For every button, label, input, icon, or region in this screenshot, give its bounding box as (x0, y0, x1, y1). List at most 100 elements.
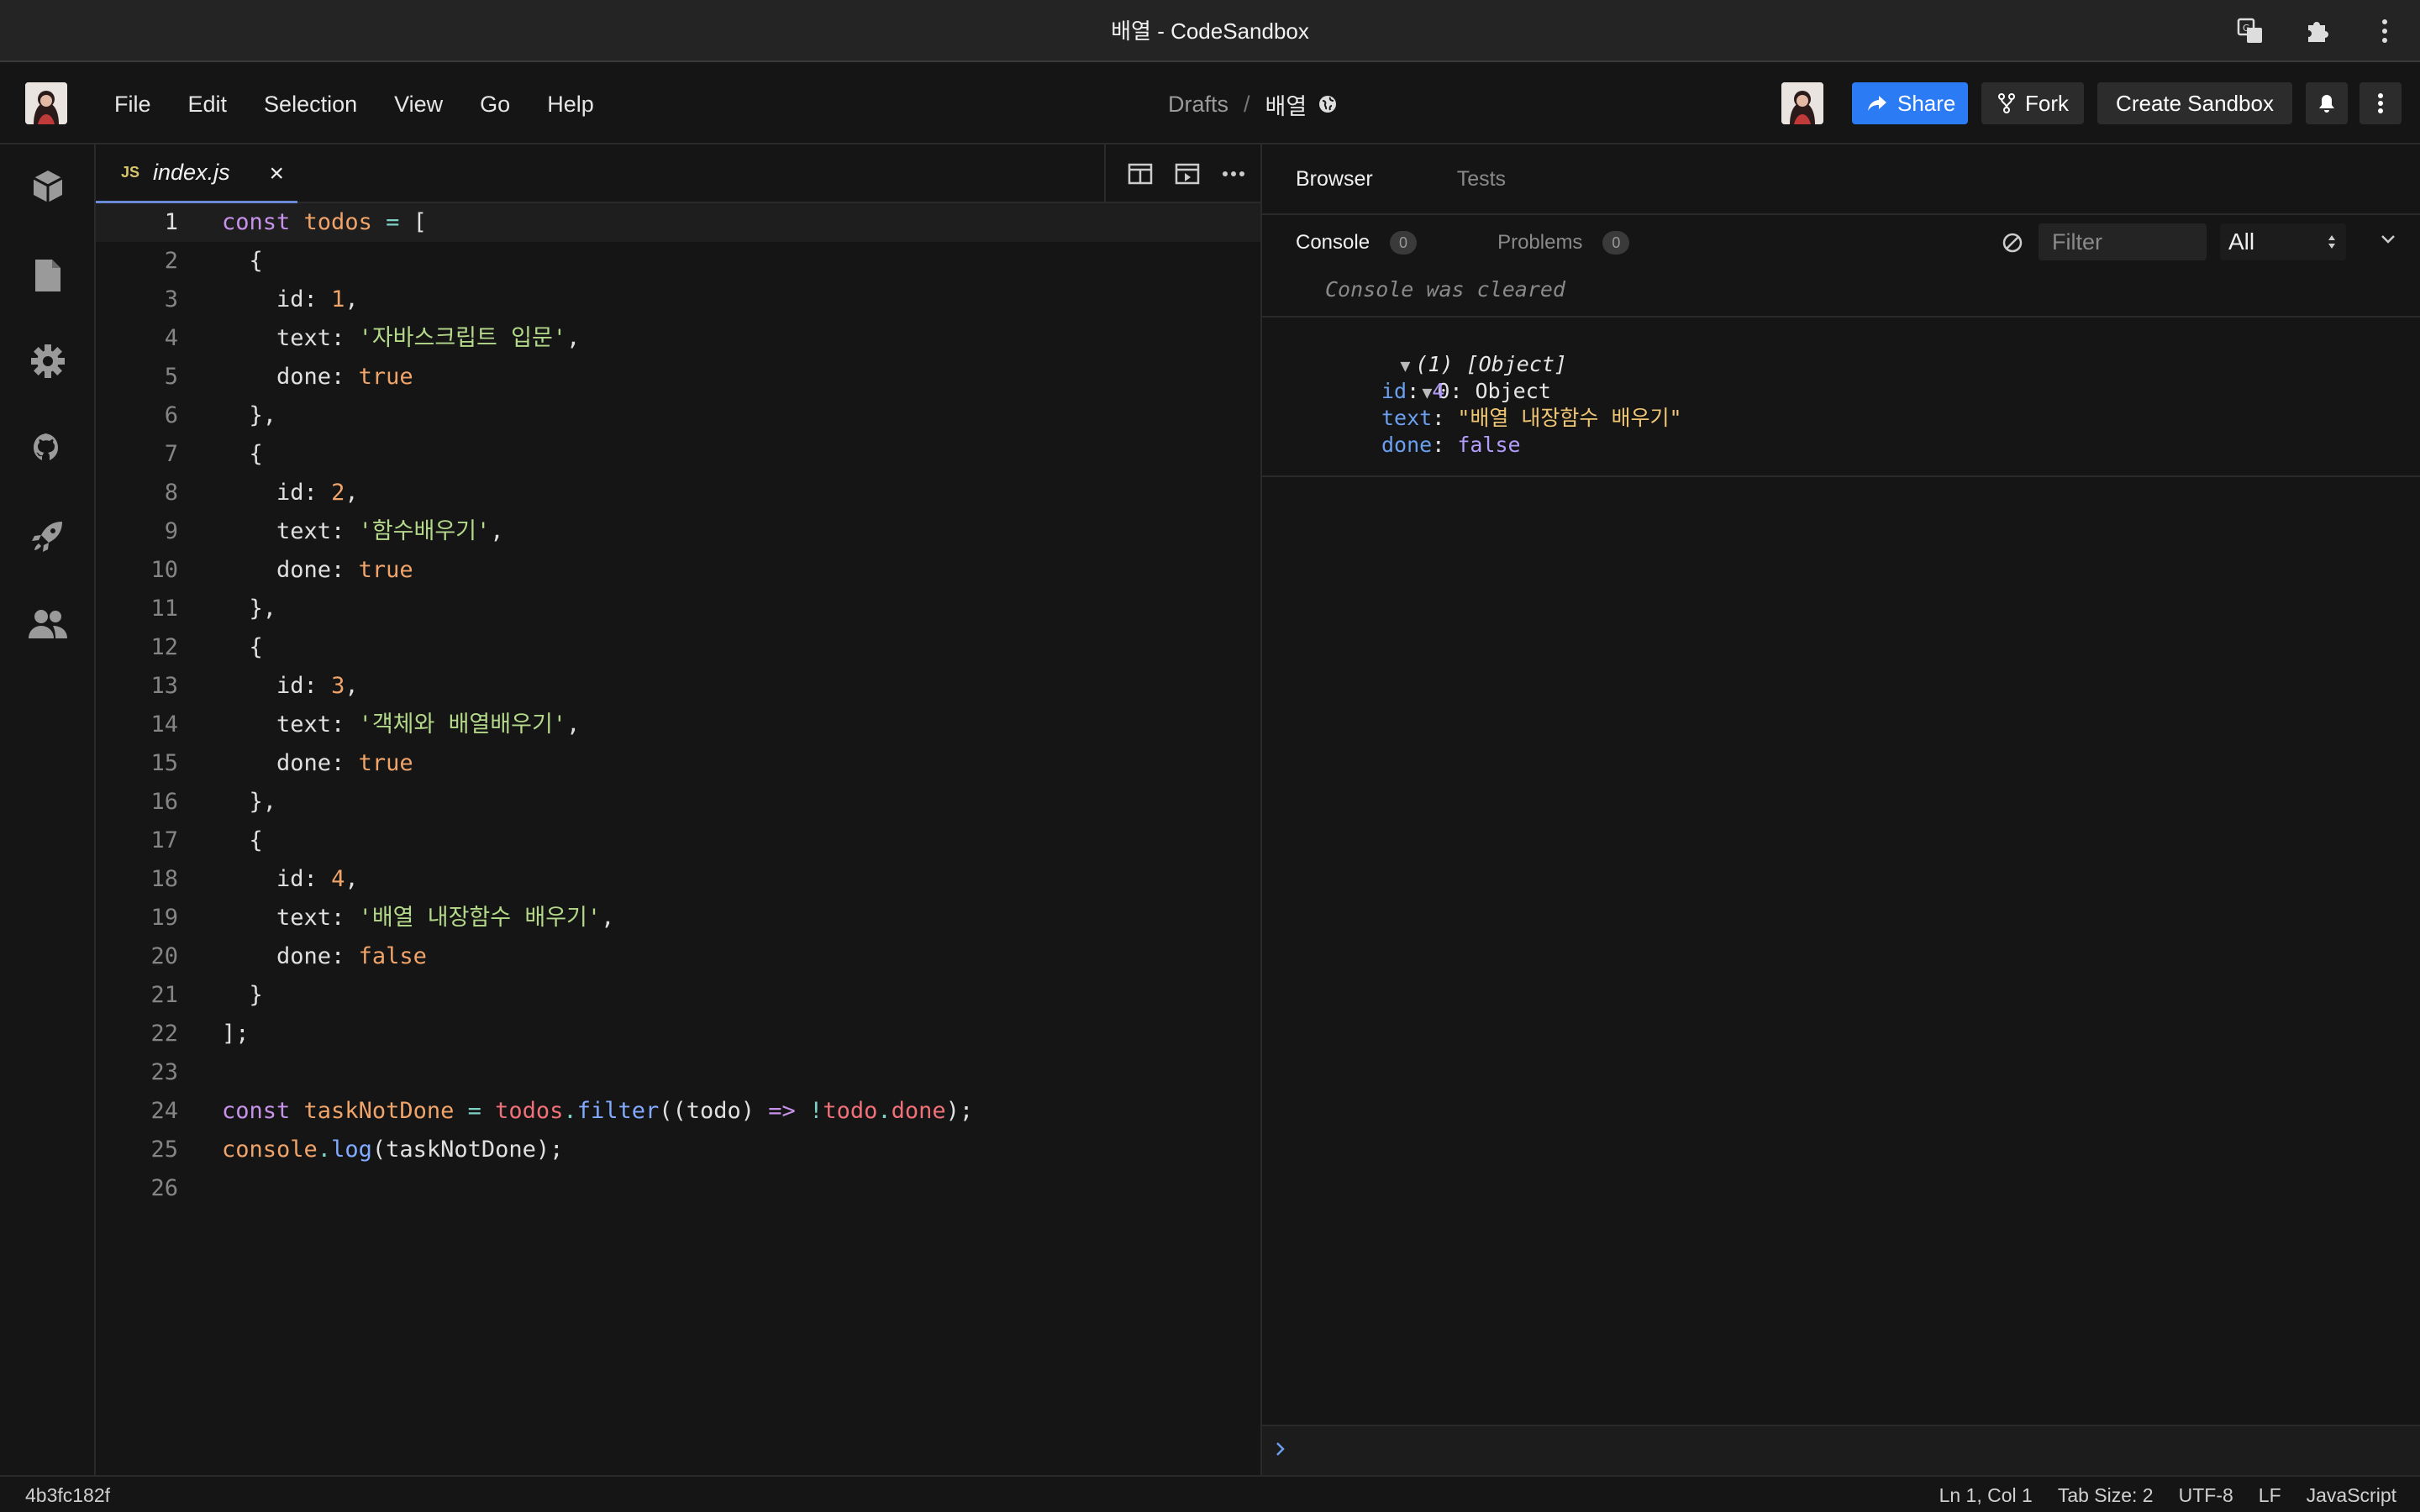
code-line[interactable]: 11 }, (96, 590, 1260, 628)
tab-tests[interactable]: Tests (1457, 167, 1506, 192)
code-token: : (331, 905, 359, 931)
menu-help[interactable]: Help (529, 92, 613, 118)
log-level-select[interactable]: All (2220, 223, 2346, 260)
puzzle-icon[interactable] (2299, 13, 2336, 50)
code-token: } (222, 982, 263, 1008)
code-line[interactable]: 12 { (96, 628, 1260, 667)
code-token: id (222, 480, 304, 506)
code-token: console (222, 1137, 318, 1163)
console-input[interactable] (1262, 1425, 2420, 1475)
user-avatar[interactable] (25, 82, 67, 124)
fork-button[interactable]: Fork (1981, 82, 2084, 124)
code-line[interactable]: 21 } (96, 976, 1260, 1015)
code-token: = (454, 1098, 496, 1124)
code-line[interactable]: 5 done: true (96, 358, 1260, 396)
code-line[interactable]: 26 (96, 1169, 1260, 1208)
log-object-row[interactable]: ▼ 0: Object (1346, 351, 1551, 403)
code-token: text (222, 518, 332, 544)
more-options-button[interactable] (2360, 82, 2402, 124)
gear-icon[interactable] (26, 339, 70, 383)
sandbox-name[interactable]: 배열 (1265, 88, 1307, 121)
code-token: ]; (222, 1021, 250, 1047)
chevron-down-icon[interactable] (2380, 234, 2396, 245)
line-number: 4 (164, 325, 178, 351)
tab-browser[interactable]: Browser (1296, 167, 1373, 192)
code-token: text (222, 325, 332, 351)
line-code: done: true (222, 551, 413, 590)
editor-tab-index-js[interactable]: JS index.js × (96, 144, 297, 203)
github-icon[interactable] (26, 427, 70, 470)
clear-console-icon[interactable] (2002, 232, 2023, 254)
tab-problems[interactable]: Problems 0 (1497, 231, 1630, 255)
split-editor-icon[interactable] (1128, 163, 1153, 185)
code-token: }, (222, 596, 277, 622)
menu-selection[interactable]: Selection (245, 92, 376, 118)
code-line[interactable]: 13 id: 3, (96, 667, 1260, 706)
menu-edit[interactable]: Edit (170, 92, 246, 118)
log-property-value: false (1457, 433, 1521, 457)
code-line[interactable]: 17 { (96, 822, 1260, 860)
breadcrumb-drafts[interactable]: Drafts (1168, 92, 1228, 118)
code-line[interactable]: 7 { (96, 435, 1260, 474)
code-line[interactable]: 23 (96, 1053, 1260, 1092)
log-summary-row[interactable]: ▼ (1) [Object] (1324, 324, 1567, 376)
tab-size[interactable]: Tab Size: 2 (2058, 1484, 2154, 1507)
create-sandbox-button[interactable]: Create Sandbox (2097, 82, 2292, 124)
code-line[interactable]: 9 text: '함수배우기', (96, 512, 1260, 551)
code-line[interactable]: 22]; (96, 1015, 1260, 1053)
open-preview-icon[interactable] (1175, 163, 1200, 185)
code-line[interactable]: 16 }, (96, 783, 1260, 822)
code-line[interactable]: 20 done: false (96, 937, 1260, 976)
code-line[interactable]: 1 const todos = [ (96, 203, 1260, 242)
code-content[interactable]: 1 const todos = [2 {3 id: 1, 4 text: '자바스크… (96, 203, 1260, 1475)
code-token: : (331, 711, 359, 738)
more-actions-icon[interactable] (1222, 171, 1245, 177)
code-token: true (358, 364, 413, 390)
code-line[interactable]: 8 id: 2, (96, 474, 1260, 512)
live-collaboration-icon[interactable] (26, 601, 70, 645)
notifications-button[interactable] (2306, 82, 2348, 124)
console-filter-input[interactable] (2039, 223, 2207, 260)
translate-icon[interactable]: G (2232, 13, 2269, 50)
code-line[interactable]: 3 id: 1, (96, 281, 1260, 319)
deploy-rocket-icon[interactable] (26, 514, 70, 558)
code-line[interactable]: 15 done: true (96, 744, 1260, 783)
code-line[interactable]: 6 }, (96, 396, 1260, 435)
code-editor: JS index.js × 1 const todos = [2 {3 id: 1… (96, 144, 1260, 1475)
line-code: { (222, 435, 263, 474)
log-property-value: "배열 내장함수 배우기" (1457, 406, 1682, 430)
kebab-menu-icon[interactable] (2366, 13, 2403, 50)
code-token: ); (945, 1098, 974, 1124)
line-ending[interactable]: LF (2259, 1484, 2281, 1507)
code-token: id (222, 286, 304, 312)
code-line[interactable]: 10 done: true (96, 551, 1260, 590)
close-tab-icon[interactable]: × (269, 144, 284, 203)
code-line[interactable]: 24 const taskNotDone = todos.filter((todo… (96, 1092, 1260, 1131)
code-line[interactable]: 4 text: '자바스크립트 입문', (96, 319, 1260, 358)
code-line[interactable]: 2 { (96, 242, 1260, 281)
code-line[interactable]: 25 console.log(taskNotDone); (96, 1131, 1260, 1169)
file-encoding[interactable]: UTF-8 (2179, 1484, 2233, 1507)
share-button[interactable]: Share (1852, 82, 1968, 124)
menu-file[interactable]: File (96, 92, 170, 118)
code-line[interactable]: 19 text: '배열 내장함수 배우기', (96, 899, 1260, 937)
code-line[interactable]: 18 id: 4, (96, 860, 1260, 899)
cursor-position[interactable]: Ln 1, Col 1 (1939, 1484, 2033, 1507)
line-code: id: 4, (222, 860, 359, 899)
menu-view[interactable]: View (376, 92, 461, 118)
menu-go[interactable]: Go (461, 92, 529, 118)
language-mode[interactable]: JavaScript (2307, 1484, 2396, 1507)
collaborator-avatar[interactable] (1781, 82, 1823, 124)
line-code: const todos = [ (222, 203, 427, 242)
sandbox-info-icon[interactable] (26, 165, 70, 208)
files-icon[interactable] (26, 254, 70, 297)
code-token: => (768, 1098, 796, 1124)
line-number: 13 (150, 673, 178, 699)
code-line[interactable]: 14 text: '객체와 배열배우기', (96, 706, 1260, 744)
code-token: (taskNotDone); (371, 1137, 564, 1163)
line-number: 19 (150, 905, 178, 931)
line-code: }, (222, 590, 277, 628)
code-token: const (222, 1098, 304, 1124)
tab-console[interactable]: Console 0 (1296, 231, 1418, 255)
code-token: . (317, 1137, 332, 1163)
